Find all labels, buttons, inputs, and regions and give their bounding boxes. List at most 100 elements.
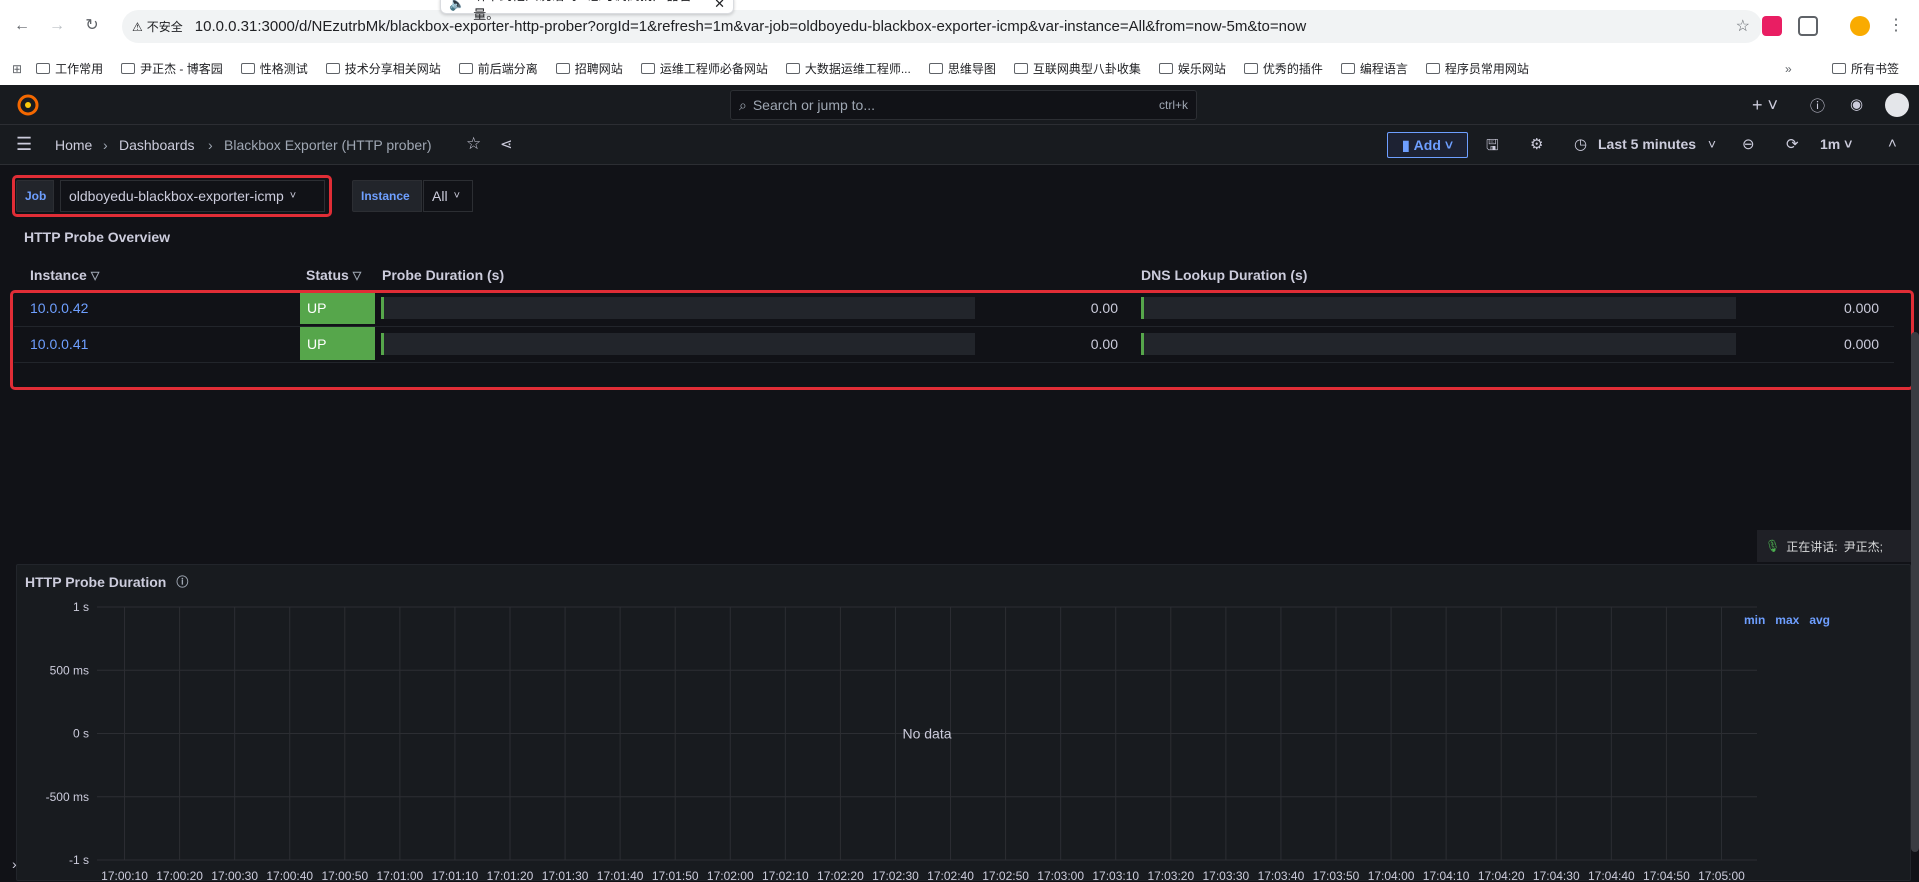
column-header-probe-duration[interactable]: Probe Duration (s) bbox=[382, 267, 504, 283]
grafana-logo-icon[interactable] bbox=[16, 93, 40, 117]
more-bookmarks-icon[interactable]: » bbox=[1785, 62, 1792, 76]
bookmark-item[interactable]: 程序员常用网站 bbox=[1425, 60, 1529, 77]
forward-icon[interactable]: → bbox=[45, 14, 69, 38]
breadcrumb-separator-icon: › bbox=[103, 137, 108, 153]
bookmark-item[interactable]: 编程语言 bbox=[1340, 60, 1408, 77]
y-tick-label: 1 s bbox=[73, 600, 89, 614]
highlight-box-table bbox=[10, 290, 1914, 390]
bookmark-item[interactable]: 招聘网站 bbox=[555, 60, 623, 77]
x-tick-label: 17:01:00 bbox=[377, 869, 424, 882]
profile-icon[interactable] bbox=[1850, 16, 1870, 36]
news-rss-icon[interactable]: ◉ bbox=[1850, 95, 1863, 113]
insecure-badge[interactable]: ⚠ 不安全 bbox=[132, 18, 183, 35]
breadcrumb-dashboards[interactable]: Dashboards bbox=[119, 137, 195, 153]
star-icon[interactable]: ☆ bbox=[466, 134, 481, 154]
x-tick-label: 17:02:10 bbox=[762, 869, 809, 882]
bookmark-item[interactable]: 大数据运维工程师... bbox=[785, 60, 911, 77]
extension-icon[interactable] bbox=[1762, 16, 1782, 36]
bookmark-item[interactable]: 工作常用 bbox=[36, 60, 103, 77]
breadcrumb-separator-icon: › bbox=[208, 137, 213, 153]
zoom-out-icon[interactable]: ⊖ bbox=[1742, 135, 1755, 153]
reload-icon[interactable]: ↻ bbox=[80, 14, 104, 38]
help-icon[interactable]: ⓘ bbox=[1810, 95, 1825, 116]
grafana-topnav: ⌕ Search or jump to... ctrl+k + ˅ ⓘ ◉ bbox=[0, 85, 1919, 125]
folder-icon bbox=[325, 63, 340, 74]
instance-label-text: Instance bbox=[361, 189, 410, 203]
x-tick-label: 17:00:40 bbox=[266, 869, 313, 882]
x-tick-label: 17:01:50 bbox=[652, 869, 699, 882]
share-icon[interactable]: ⋖ bbox=[500, 135, 513, 153]
bookmark-label: 娱乐网站 bbox=[1177, 62, 1226, 76]
instance-variable-select[interactable]: All ˅ bbox=[423, 180, 473, 212]
bookmark-item[interactable]: 娱乐网站 bbox=[1158, 60, 1226, 77]
settings-gear-icon[interactable]: ⚙ bbox=[1530, 135, 1543, 153]
folder-icon bbox=[1243, 63, 1258, 74]
folder-icon bbox=[640, 63, 655, 74]
bookmark-item[interactable]: 前后端分离 bbox=[458, 60, 538, 77]
column-header-dns-duration[interactable]: DNS Lookup Duration (s) bbox=[1141, 267, 1307, 283]
folder-icon bbox=[555, 63, 570, 74]
extensions-puzzle-icon[interactable] bbox=[1798, 16, 1818, 36]
scrollbar[interactable] bbox=[1911, 332, 1919, 852]
column-header-instance[interactable]: Instance ▽ bbox=[30, 267, 99, 283]
save-icon[interactable]: 🖫 bbox=[1486, 135, 1499, 160]
bookmark-label: 前后端分离 bbox=[477, 62, 538, 76]
x-tick-label: 17:03:40 bbox=[1258, 869, 1305, 882]
breadcrumb-home[interactable]: Home bbox=[55, 137, 92, 153]
x-tick-label: 17:03:20 bbox=[1147, 869, 1194, 882]
instance-variable-label: Instance bbox=[352, 180, 422, 212]
x-tick-label: 17:04:10 bbox=[1423, 869, 1470, 882]
bookmark-item[interactable]: 思维导图 bbox=[928, 60, 996, 77]
chart-plot[interactable]: 1 s 500 ms 0 s -500 ms -1 s 17:00:10 17:00:20 1… bbox=[17, 565, 1912, 882]
folder-icon bbox=[1158, 63, 1173, 74]
url-bar[interactable]: ⚠ 不安全 10.0.0.31:3000/d/NEzutrbMk/blackbo… bbox=[122, 10, 1762, 43]
speaking-indicator: 🎙 正在讲话: 尹正杰; bbox=[1757, 530, 1919, 562]
expand-chevron-icon[interactable]: › bbox=[12, 856, 17, 872]
all-bookmarks[interactable]: 所有书签 bbox=[1832, 60, 1899, 77]
new-plus-icon[interactable]: + ˅ bbox=[1752, 95, 1778, 116]
bookmark-star-icon[interactable]: ☆ bbox=[1736, 16, 1750, 36]
folder-icon bbox=[240, 63, 255, 74]
column-header-label: Probe Duration (s) bbox=[382, 267, 505, 283]
bookmark-item[interactable]: 性格测试 bbox=[240, 60, 308, 77]
x-tick-label: 17:04:50 bbox=[1643, 869, 1690, 882]
x-tick-label: 17:02:00 bbox=[707, 869, 754, 882]
folder-icon bbox=[1013, 63, 1028, 74]
search-bar[interactable]: ⌕ Search or jump to... ctrl+k bbox=[730, 90, 1197, 120]
time-range-picker[interactable]: Last 5 minutes ˅ bbox=[1598, 136, 1716, 152]
x-tick-label: 17:00:20 bbox=[156, 869, 203, 882]
bookmark-label: 工作常用 bbox=[55, 62, 104, 76]
x-tick-label: 17:04:40 bbox=[1588, 869, 1635, 882]
speaking-label: 正在讲话: bbox=[1786, 539, 1838, 554]
bookmark-item[interactable]: 互联网典型八卦收集 bbox=[1013, 60, 1141, 77]
column-header-label: Instance bbox=[30, 267, 87, 283]
column-header-status[interactable]: Status ▽ bbox=[306, 267, 361, 283]
y-tick-label: -500 ms bbox=[46, 790, 89, 804]
close-icon[interactable]: ✕ bbox=[714, 0, 725, 12]
warning-icon: ⚠ bbox=[132, 19, 143, 34]
add-button[interactable]: ▮ Add ˅ bbox=[1387, 132, 1468, 158]
refresh-interval-picker[interactable]: 1m ˅ bbox=[1820, 136, 1852, 152]
microphone-icon: 🎙 bbox=[1765, 539, 1781, 553]
collapse-chevron-icon[interactable]: ˄ bbox=[1888, 135, 1897, 152]
bookmark-item[interactable]: 尹正杰 - 博客园 bbox=[121, 60, 223, 77]
refresh-icon[interactable]: ⟳ bbox=[1786, 135, 1799, 153]
all-bookmarks-label: 所有书签 bbox=[1851, 62, 1900, 76]
bookmark-item[interactable]: 运维工程师必备网站 bbox=[640, 60, 768, 77]
back-icon[interactable]: ← bbox=[10, 14, 34, 38]
url-text[interactable]: 10.0.0.31:3000/d/NEzutrbMk/blackbox-expo… bbox=[195, 18, 1306, 35]
filter-icon[interactable]: ▽ bbox=[353, 269, 361, 282]
bookmark-item[interactable]: 技术分享相关网站 bbox=[325, 60, 441, 77]
bookmark-item[interactable]: 优秀的插件 bbox=[1243, 60, 1323, 77]
apps-grid-icon[interactable]: ⊞ bbox=[12, 62, 22, 76]
insecure-label: 不安全 bbox=[146, 20, 183, 34]
no-data-label: No data bbox=[902, 726, 951, 742]
address-bar-row: ← → ↻ ⚠ 不安全 10.0.0.31:3000/d/NEzutrbMk/b… bbox=[0, 0, 1919, 52]
menu-kebab-icon[interactable]: ⋮ bbox=[1884, 14, 1908, 38]
add-label: Add bbox=[1413, 137, 1441, 153]
clock-icon: ◷ bbox=[1574, 136, 1588, 153]
filter-icon[interactable]: ▽ bbox=[91, 269, 99, 282]
menu-hamburger-icon[interactable]: ☰ bbox=[16, 134, 32, 155]
chevron-down-icon: ˅ bbox=[1707, 136, 1717, 152]
avatar[interactable] bbox=[1885, 93, 1909, 117]
